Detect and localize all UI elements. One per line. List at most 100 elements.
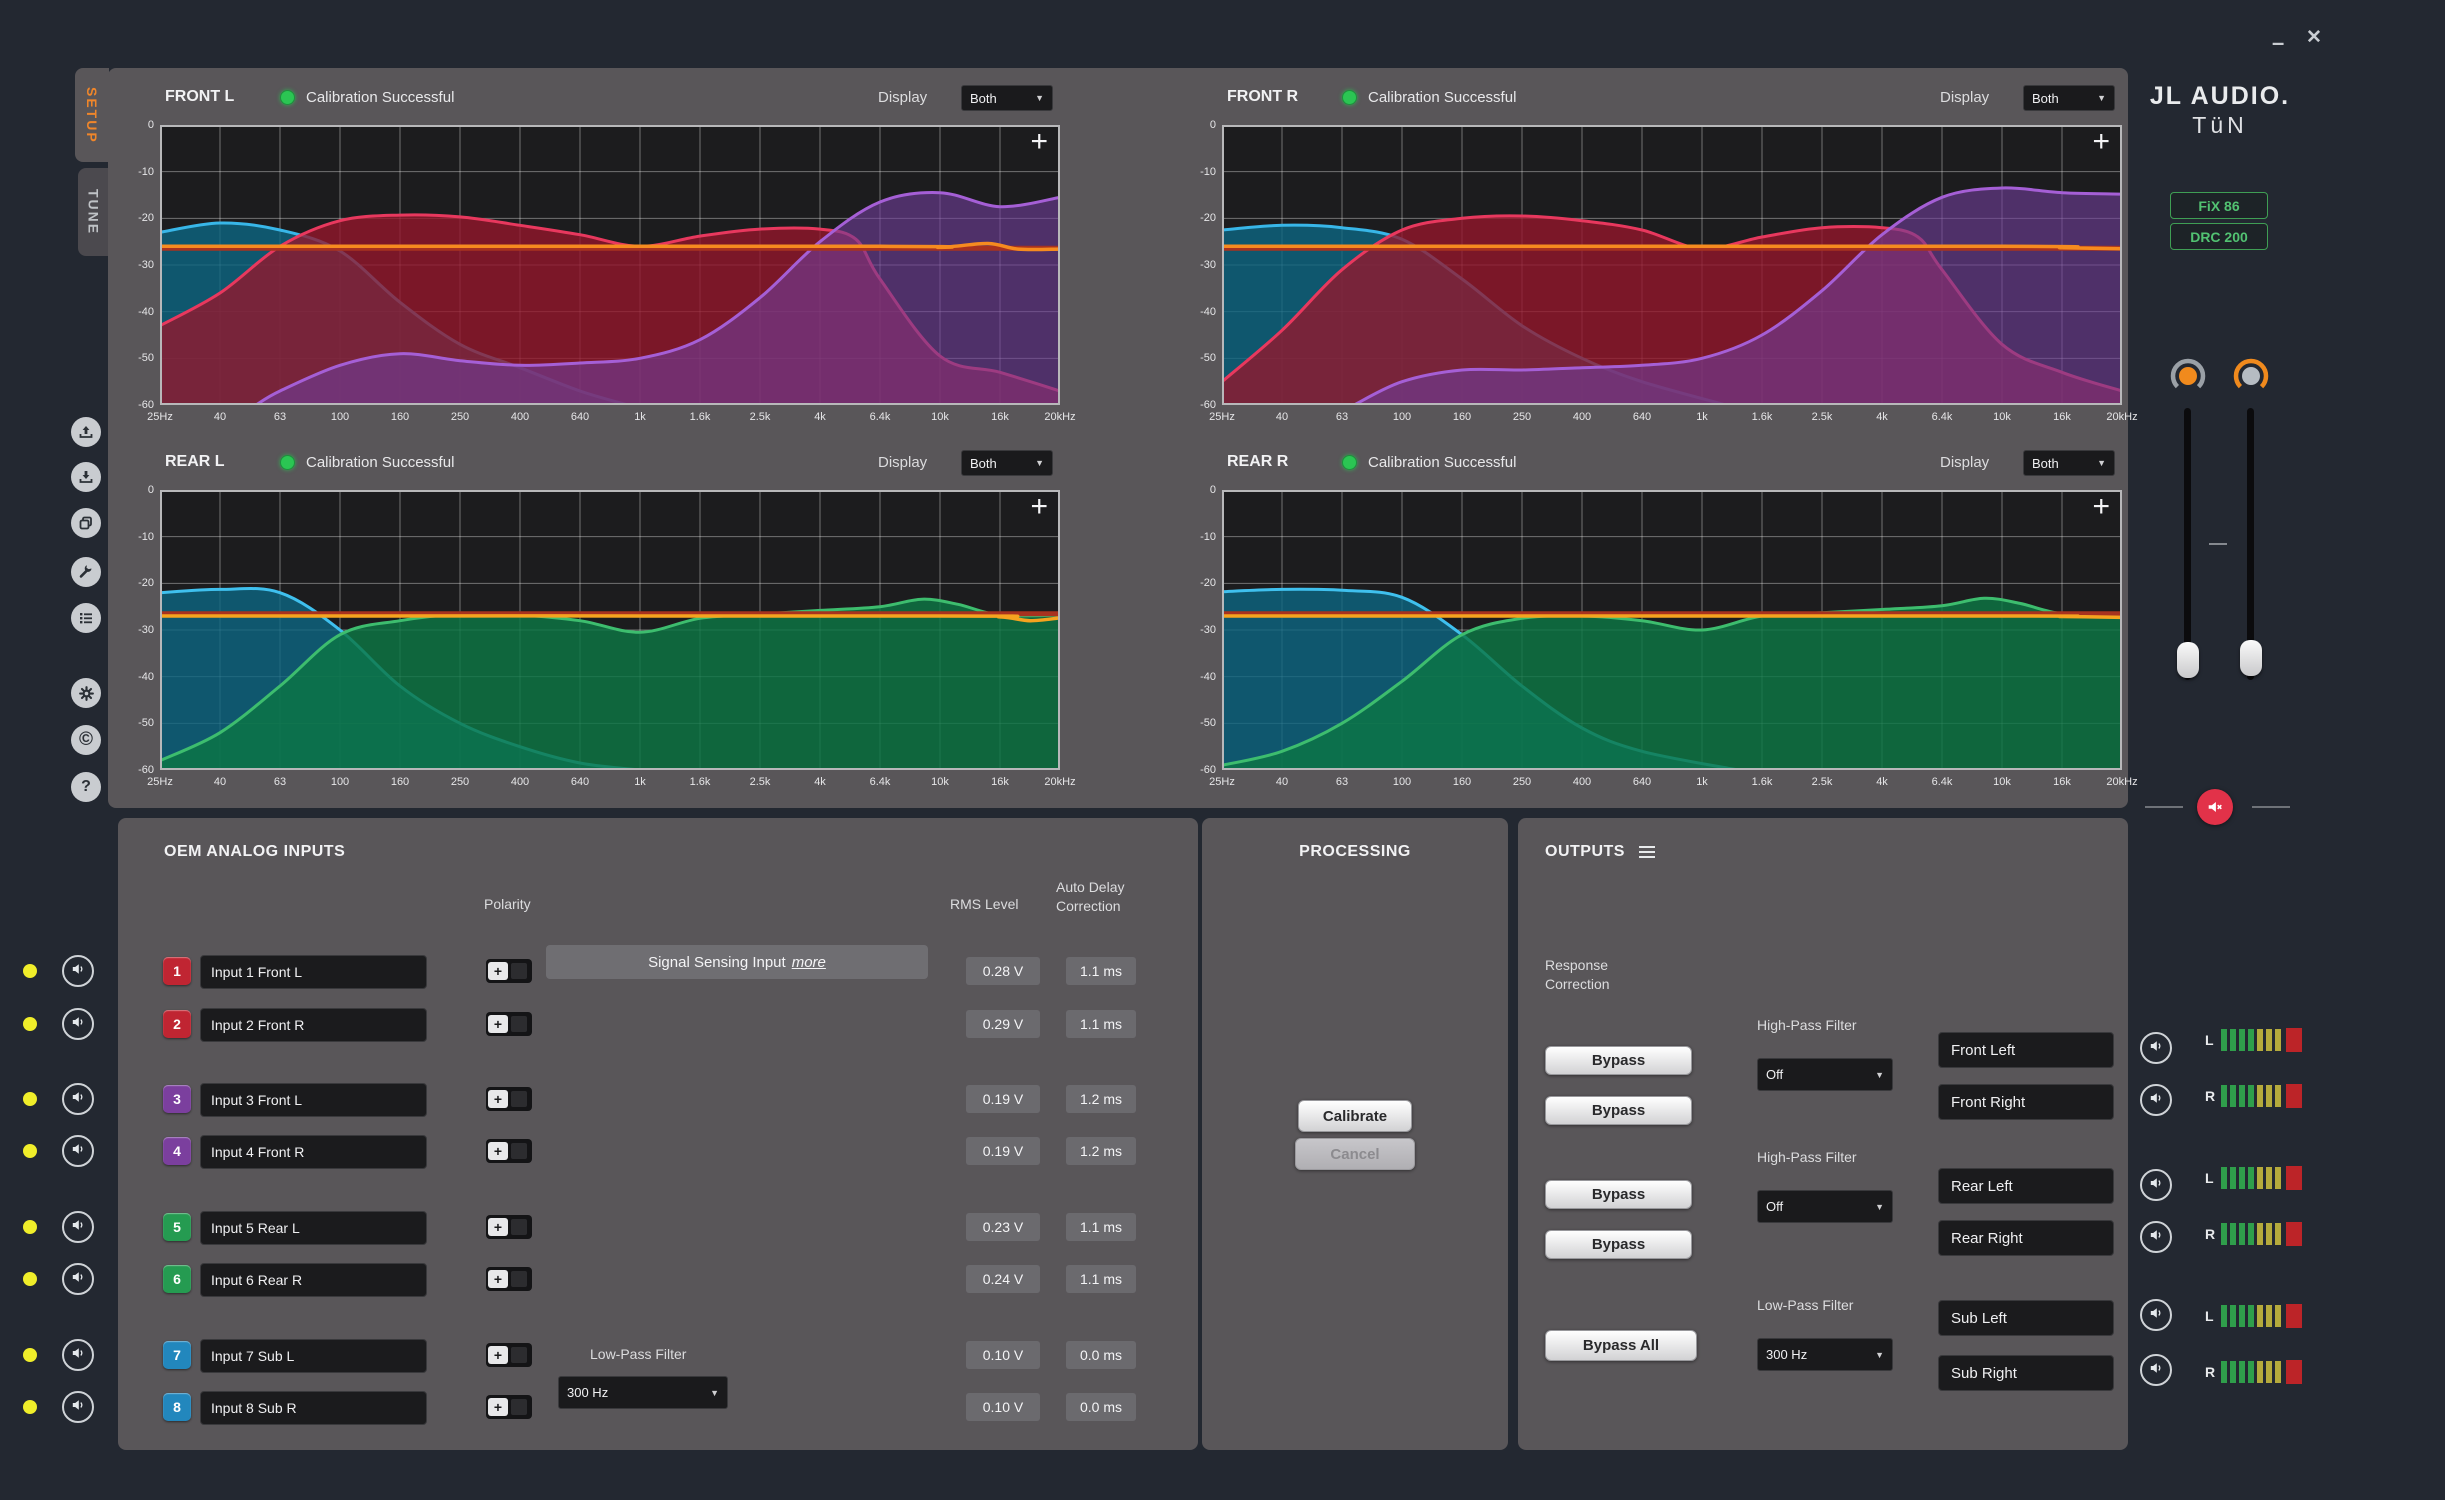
bypass-button-front-2[interactable]: Bypass	[1545, 1096, 1692, 1125]
input-name-field[interactable]: Input 4 Front R	[200, 1135, 427, 1169]
input-active-indicator	[23, 1272, 37, 1286]
cancel-button[interactable]: Cancel	[1295, 1138, 1415, 1170]
bypass-all-button[interactable]: Bypass All	[1545, 1330, 1697, 1361]
input-monitor-speaker-button[interactable]	[62, 1391, 94, 1423]
copyright-icon[interactable]: ©	[71, 725, 101, 755]
zoom-plus-icon[interactable]: +	[1030, 127, 1048, 157]
list-icon[interactable]	[71, 603, 101, 633]
lowpass-filter-dropdown[interactable]: 300 Hz ▼	[1757, 1338, 1893, 1371]
output-monitor-speaker-button[interactable]	[2140, 1299, 2172, 1331]
input-monitor-speaker-button[interactable]	[62, 1339, 94, 1371]
input-monitor-speaker-button[interactable]	[62, 1135, 94, 1167]
chart-plot-area[interactable]: +	[1222, 490, 2122, 770]
zoom-plus-icon[interactable]: +	[2092, 492, 2110, 522]
polarity-toggle[interactable]: +	[486, 1215, 532, 1239]
device-button-drc200[interactable]: DRC 200	[2170, 223, 2268, 250]
output-channel-rear-left[interactable]: Rear Left	[1938, 1168, 2114, 1204]
close-button[interactable]: ✕	[2306, 28, 2322, 47]
output-monitor-speaker-button[interactable]	[2140, 1032, 2172, 1064]
settings-gear-icon[interactable]	[71, 678, 101, 708]
input-name-field[interactable]: Input 3 Front L	[200, 1083, 427, 1117]
input-monitor-speaker-button[interactable]	[62, 1083, 94, 1115]
processing-panel: PROCESSING Calibrate Cancel	[1202, 818, 1508, 1450]
output-monitor-speaker-button[interactable]	[2140, 1221, 2172, 1253]
delay-value: 0.0 ms	[1066, 1393, 1136, 1421]
chart-plot-area[interactable]: +	[160, 125, 1060, 405]
chevron-down-icon: ▼	[1875, 1350, 1884, 1360]
display-dropdown[interactable]: Both ▼	[2023, 85, 2115, 111]
slider-handle-right[interactable]	[2240, 640, 2262, 676]
slider-track-left[interactable]	[2184, 408, 2191, 680]
y-axis-labels: 0-10-20-30-40-50-60	[1180, 125, 1216, 405]
calibration-status-dot	[1342, 90, 1357, 105]
input-name-field[interactable]: Input 2 Front R	[200, 1008, 427, 1042]
calibrate-button[interactable]: Calibrate	[1298, 1100, 1412, 1132]
input-monitor-speaker-button[interactable]	[62, 1263, 94, 1295]
output-channel-sub-right[interactable]: Sub Right	[1938, 1355, 2114, 1391]
polarity-column-header: Polarity	[484, 896, 531, 912]
mute-button[interactable]	[2197, 789, 2233, 825]
slider-handle-left[interactable]	[2177, 642, 2199, 678]
calibration-status-text: Calibration Successful	[306, 454, 454, 471]
y-axis-labels: 0-10-20-30-40-50-60	[118, 125, 154, 405]
y-axis-labels: 0-10-20-30-40-50-60	[118, 490, 154, 770]
frequency-response-chart: FRONT L Calibration Successful Display B…	[118, 80, 1128, 440]
help-icon[interactable]: ?	[71, 772, 101, 802]
download-icon[interactable]	[71, 462, 101, 492]
input-monitor-speaker-button[interactable]	[62, 955, 94, 987]
polarity-toggle[interactable]: +	[486, 1343, 532, 1367]
highpass-filter-dropdown-1[interactable]: Off ▼	[1757, 1058, 1893, 1091]
tab-tune[interactable]: TUNE	[78, 168, 109, 256]
zoom-plus-icon[interactable]: +	[2092, 127, 2110, 157]
frequency-response-chart: REAR L Calibration Successful Display Bo…	[118, 445, 1128, 805]
output-monitor-speaker-button[interactable]	[2140, 1169, 2172, 1201]
knob-left[interactable]	[2168, 356, 2208, 396]
minimize-button[interactable]: –	[2272, 32, 2284, 54]
tools-wrench-icon[interactable]	[71, 557, 101, 587]
input-name-field[interactable]: Input 6 Rear R	[200, 1263, 427, 1297]
input-row: 7 Input 7 Sub L + 0.10 V 0.0 ms	[118, 1339, 1198, 1373]
bypass-button-front[interactable]: Bypass	[1545, 1046, 1692, 1075]
copy-icon[interactable]	[71, 508, 101, 538]
slider-center-mark	[2209, 543, 2227, 545]
input-name-field[interactable]: Input 1 Front L	[200, 955, 427, 989]
device-button-fix86[interactable]: FiX 86	[2170, 192, 2268, 219]
display-dropdown[interactable]: Both ▼	[961, 85, 1053, 111]
output-channel-rear-right[interactable]: Rear Right	[1938, 1220, 2114, 1256]
upload-icon[interactable]	[71, 417, 101, 447]
input-monitor-speaker-button[interactable]	[62, 1008, 94, 1040]
polarity-toggle[interactable]: +	[486, 1087, 532, 1111]
level-meter-l-1: L	[2205, 1166, 2302, 1190]
chart-plot-area[interactable]: +	[160, 490, 1060, 770]
chevron-down-icon: ▼	[2097, 93, 2106, 103]
speaker-icon	[2148, 1227, 2164, 1248]
output-channel-sub-left[interactable]: Sub Left	[1938, 1300, 2114, 1336]
polarity-toggle[interactable]: +	[486, 1139, 532, 1163]
output-channel-front-right[interactable]: Front Right	[1938, 1084, 2114, 1120]
delay-value: 1.1 ms	[1066, 1213, 1136, 1241]
chart-plot-area[interactable]: +	[1222, 125, 2122, 405]
rms-level-value: 0.23 V	[966, 1213, 1040, 1241]
outputs-menu-icon[interactable]	[1639, 843, 1655, 861]
polarity-toggle[interactable]: +	[486, 1012, 532, 1036]
polarity-toggle[interactable]: +	[486, 959, 532, 983]
highpass-filter-dropdown-2[interactable]: Off ▼	[1757, 1190, 1893, 1223]
input-name-field[interactable]: Input 7 Sub L	[200, 1339, 427, 1373]
polarity-toggle[interactable]: +	[486, 1267, 532, 1291]
knob-right[interactable]	[2231, 356, 2271, 396]
output-monitor-speaker-button[interactable]	[2140, 1354, 2172, 1386]
input-name-field[interactable]: Input 5 Rear L	[200, 1211, 427, 1245]
display-dropdown[interactable]: Both ▼	[961, 450, 1053, 476]
input-name-field[interactable]: Input 8 Sub R	[200, 1391, 427, 1425]
bypass-button-rear[interactable]: Bypass	[1545, 1180, 1692, 1209]
output-channel-front-left[interactable]: Front Left	[1938, 1032, 2114, 1068]
bypass-button-rear-2[interactable]: Bypass	[1545, 1230, 1692, 1259]
speaker-icon	[2148, 1305, 2164, 1326]
output-monitor-speaker-button[interactable]	[2140, 1084, 2172, 1116]
speaker-icon	[70, 1269, 86, 1290]
display-dropdown[interactable]: Both ▼	[2023, 450, 2115, 476]
zoom-plus-icon[interactable]: +	[1030, 492, 1048, 522]
tab-setup[interactable]: SETUP	[75, 68, 109, 162]
polarity-toggle[interactable]: +	[486, 1395, 532, 1419]
input-monitor-speaker-button[interactable]	[62, 1211, 94, 1243]
